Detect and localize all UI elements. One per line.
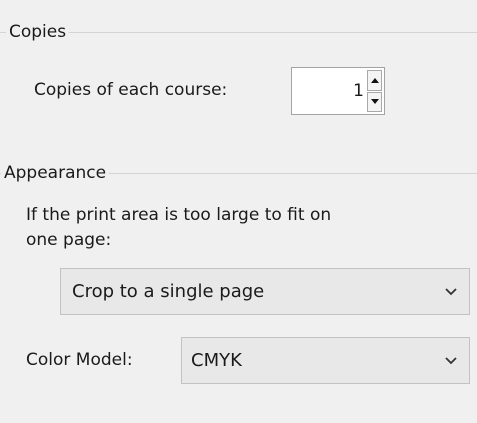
color-model-selected-value: CMYK [191,350,242,371]
copies-value[interactable]: 1 [353,68,364,114]
print-area-selected-value: Crop to a single page [72,281,265,302]
print-area-dropdown[interactable]: Crop to a single page [60,268,470,315]
appearance-section-header: Appearance [0,163,477,183]
color-model-dropdown[interactable]: CMYK [181,337,470,384]
copies-section-title: Copies [6,22,70,42]
copies-spinbox[interactable]: 1 [291,67,385,115]
chevron-down-icon[interactable] [433,356,469,365]
color-model-label: Color Model: [26,350,133,370]
spin-buttons [367,70,382,112]
spin-up-arrow-icon[interactable] [367,70,382,91]
copies-group: Copies Copies of each course: 1 [0,0,477,140]
chevron-down-icon[interactable] [433,287,469,296]
print-area-label-line1: If the print area is too large to fit on [26,205,332,225]
copies-of-each-course-label: Copies of each course: [34,80,228,100]
appearance-group: Appearance If the print area is too larg… [0,140,477,423]
print-area-label-line2: one page: [26,230,112,250]
spin-down-arrow-icon[interactable] [367,91,382,112]
appearance-section-title: Appearance [1,163,110,183]
section-divider [0,32,477,33]
copies-section-header: Copies [0,22,477,42]
